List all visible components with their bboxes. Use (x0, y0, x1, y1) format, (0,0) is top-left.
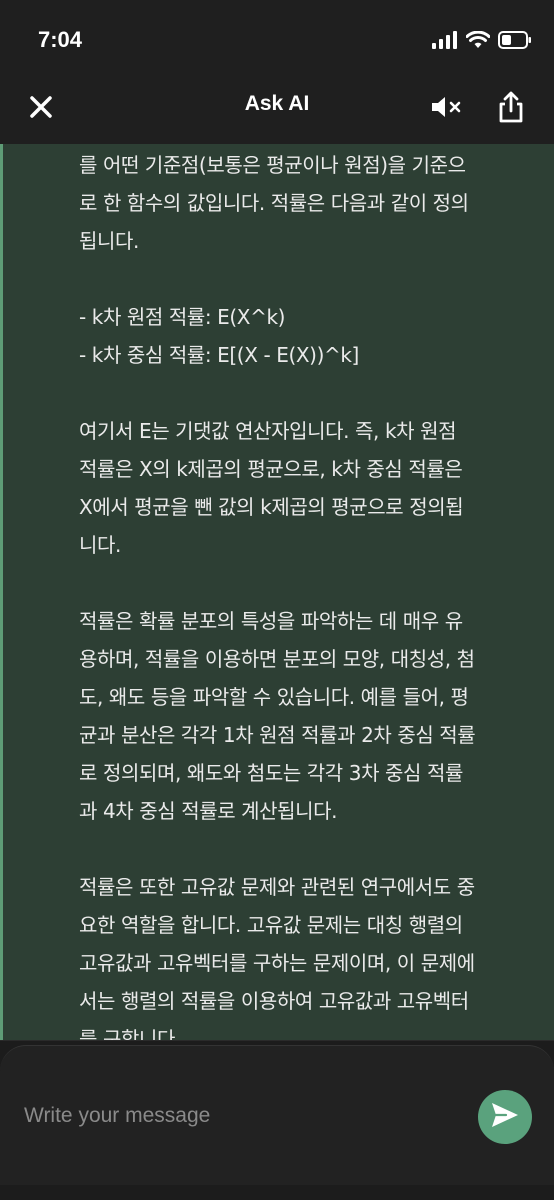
message-line: 됩니다. (79, 229, 139, 253)
app-header: Ask AI (0, 82, 554, 144)
message-line: 로 한 함수의 값입니다. 적률은 다음과 같이 정의 (79, 191, 469, 215)
battery-icon (498, 31, 532, 53)
speaker-mute-icon (430, 94, 464, 124)
message-paragraph: 여기서 E는 기댓값 연산자입니다. 즉, k차 원점적률은 X의 k제곱의 평… (79, 412, 539, 564)
message-line: 로 정의되며, 왜도와 첨도는 각각 3차 중심 적률 (79, 761, 463, 785)
share-icon (497, 91, 525, 127)
status-bar: 7:04 (0, 0, 554, 82)
message-line: 용하며, 적률을 이용하면 분포의 모양, 대칭성, 첨 (79, 647, 475, 671)
message-line: 도, 왜도 등을 파악할 수 있습니다. 예를 들어, 평 (79, 685, 469, 709)
mute-button[interactable] (426, 88, 468, 130)
message-line: - k차 원점 적률: E(X^k) (79, 305, 286, 329)
page-title: Ask AI (244, 92, 310, 115)
message-line: 고유값과 고유벡터를 구하는 문제이며, 이 문제에 (79, 951, 475, 975)
message-line: 요한 역할을 합니다. 고유값 문제는 대칭 행렬의 (79, 913, 463, 937)
message-line: 서는 행렬의 적률을 이용하여 고유값과 고유벡터 (79, 989, 469, 1013)
message-line: 를 어떤 기준점(보통은 평균이나 원점)을 기준으 (79, 153, 466, 177)
message-line: X에서 평균을 뺀 값의 k제곱의 평균으로 정의됩 (79, 495, 464, 519)
message-line: 여기서 E는 기댓값 연산자입니다. 즉, k차 원점 (79, 419, 457, 443)
send-button[interactable] (478, 1090, 532, 1144)
message-input[interactable] (24, 1098, 454, 1134)
share-button[interactable] (490, 88, 532, 130)
message-paragraph: 적률은 또한 고유값 문제와 관련된 연구에서도 중요한 역할을 합니다. 고유… (79, 868, 539, 1040)
message-line: 를 구합니다. (79, 1027, 181, 1040)
message-paragraph: 적률은 확률 분포의 특성을 파악하는 데 매우 유용하며, 적률을 이용하면 … (79, 602, 539, 830)
composer-box (0, 1045, 554, 1185)
message-line: 적률은 또한 고유값 문제와 관련된 연구에서도 중 (79, 875, 475, 899)
message-paragraph: - k차 원점 적률: E(X^k) - k차 중심 적률: E[(X - E(X… (79, 298, 539, 374)
send-icon (490, 1101, 520, 1133)
status-icons (432, 30, 532, 53)
message-paragraph: 를 어떤 기준점(보통은 평균이나 원점)을 기준으로 한 함수의 값입니다. … (79, 146, 539, 260)
ai-message-text: 를 어떤 기준점(보통은 평균이나 원점)을 기준으로 한 함수의 값입니다. … (79, 146, 539, 1040)
message-line: 과 4차 중심 적률로 계산됩니다. (79, 799, 338, 823)
chat-area[interactable]: 를 어떤 기준점(보통은 평균이나 원점)을 기준으로 한 함수의 값입니다. … (0, 144, 554, 1040)
message-line: - k차 중심 적률: E[(X - E(X))^k] (79, 343, 359, 367)
message-line: 적률은 확률 분포의 특성을 파악하는 데 매우 유 (79, 609, 463, 633)
message-line: 균과 분산은 각각 1차 원점 적률과 2차 중심 적률 (79, 723, 476, 747)
signal-icon (432, 31, 458, 53)
composer (0, 1040, 554, 1200)
message-line: 적률은 X의 k제곱의 평균으로, k차 중심 적률은 (79, 457, 463, 481)
status-time: 7:04 (38, 27, 83, 52)
ai-message-bubble: 를 어떤 기준점(보통은 평균이나 원점)을 기준으로 한 함수의 값입니다. … (0, 144, 554, 1040)
message-line: 니다. (79, 533, 121, 557)
wifi-icon (465, 30, 491, 53)
